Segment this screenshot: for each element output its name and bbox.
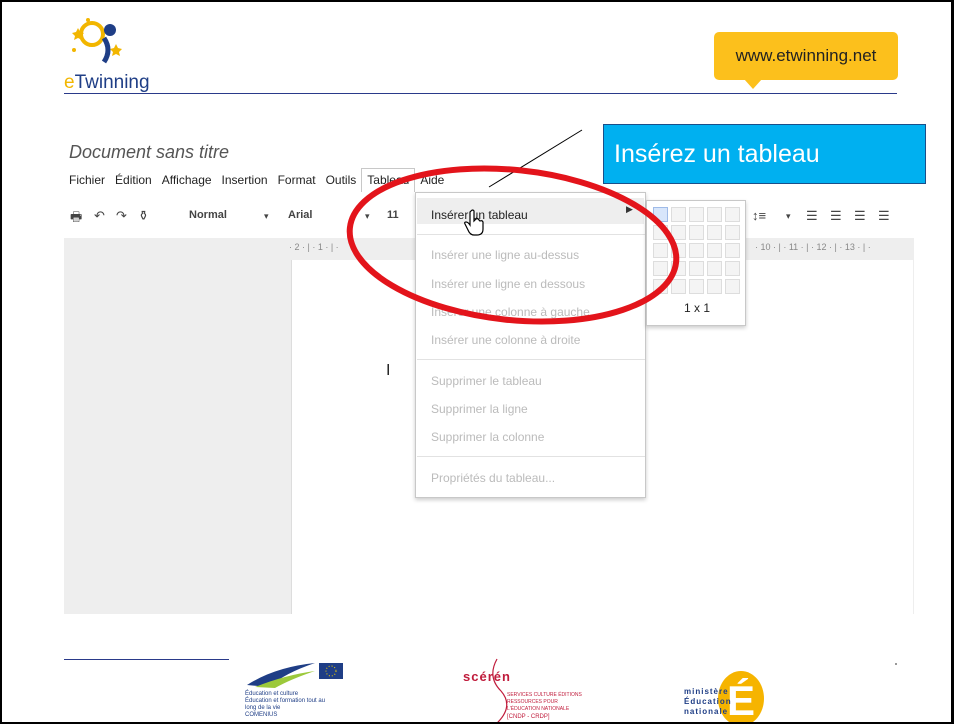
footer-dot: [895, 663, 897, 665]
annotation-layer: [346, 129, 680, 325]
ministere-logo: É ministère Éducation nationale: [682, 657, 822, 722]
slide: eTwinning www.etwinning.net Document san…: [0, 0, 954, 724]
eu-education-logo: Éducation et culture Éducation et format…: [245, 657, 370, 722]
footer-divider: [64, 659, 229, 660]
sceren-line: SERVICES CULTURE ÉDITIONS: [507, 692, 582, 698]
sceren-logo: scérén SERVICES CULTURE ÉDITIONS RESSOUR…: [457, 657, 597, 722]
eu-line: Éducation et culture: [245, 691, 299, 697]
eu-swoosh-icon: [247, 663, 343, 688]
callout-box: Insérez un tableau: [603, 124, 926, 184]
sceren-line: RESSOURCES POUR: [507, 699, 558, 705]
eu-line: COMENIUS: [245, 712, 278, 718]
callout-text: Insérez un tableau: [614, 139, 820, 168]
eu-text: Éducation et culture Éducation et format…: [245, 691, 325, 719]
sceren-line: [CNDP - CRDP]: [507, 714, 550, 720]
eu-line: Éducation et formation tout au: [245, 698, 326, 704]
ministere-line: nationale: [684, 707, 729, 716]
ministere-line: ministère: [684, 687, 729, 696]
sceren-line: L'ÉDUCATION NATIONALE: [507, 706, 570, 712]
sceren-word: scérén: [463, 669, 511, 684]
eu-line: long de la vie: [245, 705, 281, 711]
ministere-line: Éducation: [684, 697, 732, 706]
